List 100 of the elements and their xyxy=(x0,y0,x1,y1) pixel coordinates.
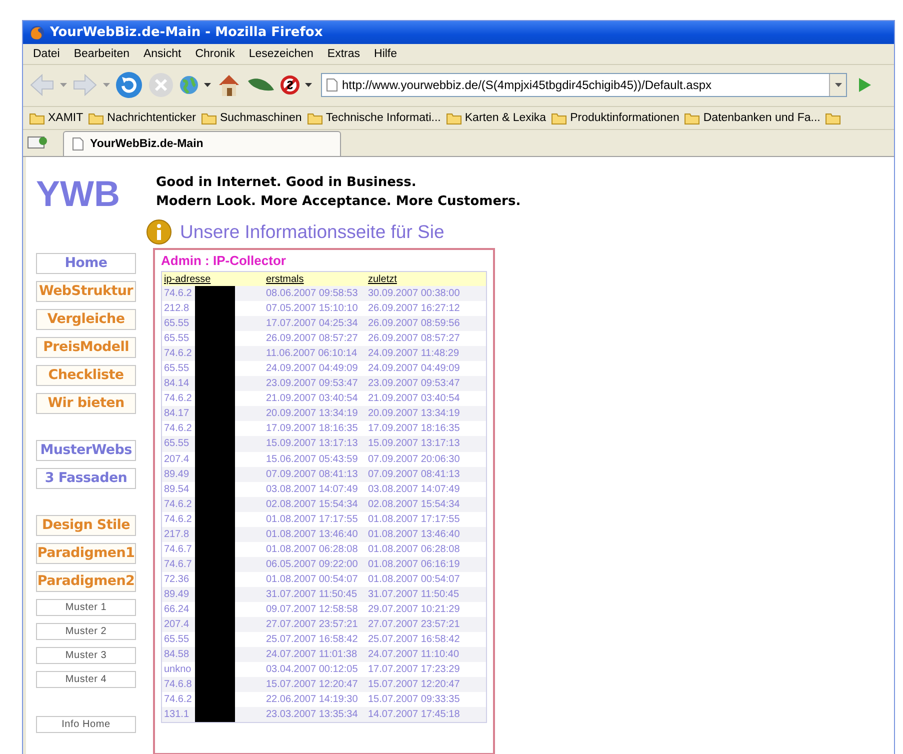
nav-button[interactable]: Muster 3 xyxy=(36,647,136,664)
table-cell-text: 01.08.2007 06:16:19 xyxy=(368,558,461,572)
column-header[interactable]: zuletzt xyxy=(368,272,486,286)
table-cell-text: 24.09.2007 04:49:09 xyxy=(368,362,461,376)
table-cell-text: 03.08.2007 14:07:49 xyxy=(368,482,461,497)
table-cell-text: 74.6.2 xyxy=(164,498,193,510)
table-cell-text: 15.07.2007 09:33:35 xyxy=(368,693,461,708)
table-cell-text: 17.07.2007 17:23:29 xyxy=(368,663,461,678)
address-field[interactable]: http://www.yourwebbiz.de/(S(4mpjxi45tbgdir45chigib45))/Default.aspx xyxy=(321,73,847,98)
menu-item[interactable]: Chronik xyxy=(189,48,241,60)
table-cell-text: unkno xyxy=(164,664,192,676)
table-cell-text: 15.07.2007 12:20:47 xyxy=(266,678,359,692)
table-cell-text: 74.6.2 xyxy=(164,423,193,434)
table-cell-text: 06.05.2007 09:22:00 xyxy=(266,558,359,572)
globe-icon[interactable] xyxy=(179,75,199,96)
table-cell-text: 207.4 xyxy=(164,619,190,630)
table-cell-text: 26.09.2007 16:27:12 xyxy=(368,302,461,316)
table-cell-text: 212.8 xyxy=(164,303,190,314)
table-cell-text: 30.09.2007 00:38:00 xyxy=(368,287,461,302)
menu-item[interactable]: Extras xyxy=(321,48,366,60)
table-cell-text: 14.07.2007 17:45:18 xyxy=(368,708,461,722)
table-cell-text: 09.07.2007 12:58:58 xyxy=(266,603,359,617)
table-cell-text: 21.09.2007 03:40:54 xyxy=(368,392,461,406)
table-cell-text: 23.03.2007 13:35:34 xyxy=(266,708,359,722)
table-cell-text: 02.08.2007 15:54:34 xyxy=(368,498,461,512)
no-sign-icon[interactable] xyxy=(280,75,300,96)
nav-button[interactable]: Info Home xyxy=(36,716,136,733)
bookmark-item[interactable]: Produktinformationen xyxy=(551,110,680,125)
table-cell-text: 74.6.2 xyxy=(164,694,193,706)
bookmark-item[interactable]: Suchmaschinen xyxy=(200,110,302,125)
table-cell-text: 11.06.2007 06:10:14 xyxy=(266,347,358,362)
table-cell-text: 01.08.2007 06:28:08 xyxy=(368,542,461,557)
tagline: Good in Internet. Good in Business. xyxy=(156,174,418,192)
page-heading: Unsere Informationsseite für Sie xyxy=(180,221,444,243)
browser-logo-icon xyxy=(29,24,45,41)
table-cell-text: 20.09.2007 13:34:19 xyxy=(266,407,359,422)
table-cell-text: 65.55 xyxy=(164,634,190,646)
column-header[interactable]: erstmals xyxy=(266,272,368,286)
table-cell-text: 26.09.2007 08:59:56 xyxy=(368,317,461,332)
folder-icon[interactable] xyxy=(825,110,842,125)
table-cell-text: 08.06.2007 09:58:53 xyxy=(266,287,359,302)
table-cell-text: 07.05.2007 15:10:10 xyxy=(266,302,359,316)
table-cell-text: 27.07.2007 23:57:21 xyxy=(266,618,359,632)
table-cell-text: 21.09.2007 03:40:54 xyxy=(266,392,359,406)
table-cell-text: 25.07.2007 16:58:42 xyxy=(266,633,359,648)
table-cell-text: 74.6.2 xyxy=(164,348,193,360)
table-cell-text: 27.07.2007 23:57:21 xyxy=(368,618,461,632)
table-cell-text: 217.8 xyxy=(164,528,190,540)
bookmark-item[interactable]: Technische Informati... xyxy=(306,110,441,125)
menu-item[interactable]: Hilfe xyxy=(368,48,404,60)
folder-icon xyxy=(446,110,462,125)
table-cell-text: 15.06.2007 05:43:59 xyxy=(266,452,359,467)
menu-item[interactable]: Lesezeichen xyxy=(242,48,320,60)
menu-item[interactable]: Datei xyxy=(27,48,66,60)
dropdown-icon[interactable] xyxy=(834,83,842,88)
nav-button[interactable]: Home xyxy=(36,253,136,274)
menu-item[interactable]: Ansicht xyxy=(137,48,188,60)
leaf-icon[interactable] xyxy=(247,77,275,94)
table-cell-text: 74.6.7 xyxy=(164,558,193,570)
table-cell-text: 25.07.2007 16:58:42 xyxy=(368,633,461,648)
nav-button[interactable]: Muster 1 xyxy=(36,599,136,616)
nav-button[interactable]: 3 Fassaden xyxy=(36,468,136,489)
browser-tab[interactable]: YourWebBiz.de-Main xyxy=(63,131,341,156)
dropdown-icon[interactable] xyxy=(305,83,312,88)
nav-button[interactable]: MusterWebs xyxy=(36,440,136,461)
folder-icon xyxy=(88,110,104,125)
folder-icon xyxy=(29,110,45,125)
table-cell-text: 22.06.2007 14:19:30 xyxy=(266,693,359,708)
table-cell-text: 89.49 xyxy=(164,468,190,480)
new-tab-icon[interactable] xyxy=(27,134,49,150)
dropdown-icon[interactable] xyxy=(204,83,211,88)
column-header[interactable]: ip-adresse xyxy=(162,272,266,286)
window-title: YourWebBiz.de-Main - Mozilla Firefox xyxy=(50,25,323,40)
table-cell-text: 17.07.2007 04:25:34 xyxy=(266,317,359,332)
table-cell-text: 03.04.2007 00:12:05 xyxy=(266,663,359,678)
nav-button[interactable]: Muster 2 xyxy=(36,623,136,640)
table-cell-text: 01.08.2007 13:46:40 xyxy=(368,528,461,542)
bookmark-item[interactable]: XAMIT xyxy=(29,110,84,125)
bookmark-item[interactable]: Karten & Lexika xyxy=(446,110,546,125)
bookmark-item[interactable]: Nachrichtenticker xyxy=(88,110,196,125)
table-cell-text: 74.6.2 xyxy=(164,393,193,404)
table-cell-text: 24.09.2007 04:49:09 xyxy=(266,362,359,376)
table-cell-text: 23.09.2007 09:53:47 xyxy=(368,377,461,392)
table-cell-text: 24.07.2007 11:10:40 xyxy=(368,648,460,662)
bookmark-item[interactable]: Datenbanken und Fa... xyxy=(684,110,820,125)
folder-icon xyxy=(551,110,568,125)
table-cell-text: 01.08.2007 00:54:07 xyxy=(266,572,359,587)
table-cell-text: 02.08.2007 15:54:34 xyxy=(266,498,359,512)
table-cell-text: 66.24 xyxy=(164,604,190,615)
table-cell-text: 84.58 xyxy=(164,649,190,660)
table-cell-text: 74.6.2 xyxy=(164,514,193,525)
table-cell-text: 01.08.2007 17:17:55 xyxy=(266,512,359,527)
menu-item[interactable]: Bearbeiten xyxy=(68,48,136,60)
table-cell-text: 84.17 xyxy=(164,408,190,420)
table-cell-text: 74.6.8 xyxy=(164,679,193,690)
nav-button[interactable]: Muster 4 xyxy=(36,671,136,688)
page-icon xyxy=(72,137,84,151)
table-cell-text: 89.49 xyxy=(164,588,190,600)
reload-icon[interactable] xyxy=(115,71,143,100)
site-logo: YWB xyxy=(36,175,121,213)
